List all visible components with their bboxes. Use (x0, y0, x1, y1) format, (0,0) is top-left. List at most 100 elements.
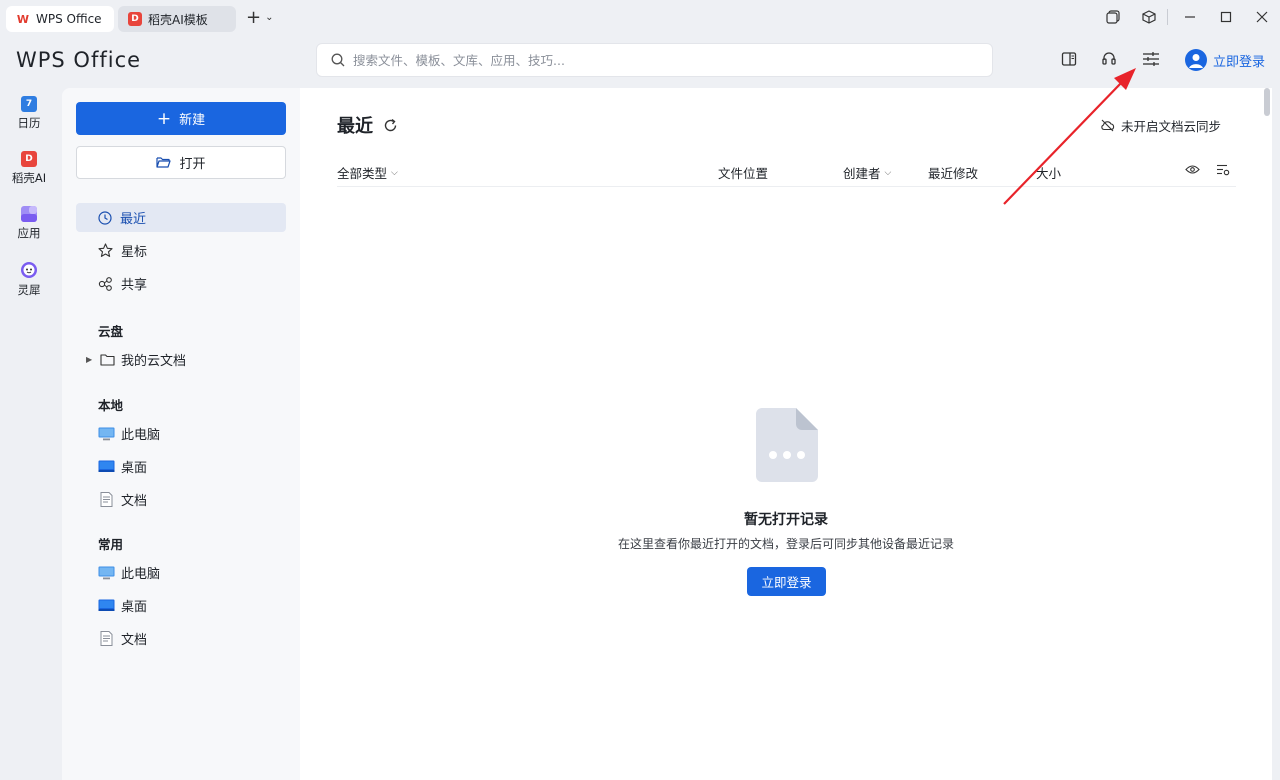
sidebar-item-label: 文档 (121, 494, 148, 509)
maximize-icon (1220, 11, 1232, 23)
sidebar-item-label: 最近 (120, 212, 147, 227)
preview-toggle-button[interactable] (1185, 164, 1200, 175)
column-header-modified[interactable]: 最近修改 (928, 163, 978, 182)
scrollbar-thumb[interactable] (1264, 88, 1270, 116)
windows-icon (1106, 10, 1120, 24)
tab-label: 稻壳AI模板 (148, 12, 208, 27)
header-login-link[interactable]: 立即登录 (1185, 49, 1265, 71)
minimize-button[interactable] (1172, 0, 1208, 34)
sync-label: 未开启文档云同步 (1121, 119, 1222, 134)
share-icon (98, 276, 112, 291)
layout-toggle-button[interactable] (1058, 48, 1080, 70)
sidebar-item-label: 此电脑 (121, 567, 161, 582)
sidebar-item-label: 星标 (121, 245, 148, 260)
sidebar-item-this-pc[interactable]: 此电脑 (98, 424, 160, 443)
document-icon (100, 631, 113, 646)
section-title-common: 常用 (98, 537, 124, 552)
daoke-logo-icon: D (128, 12, 142, 26)
left-rail: 7 日历 D 稻壳AI 应用 灵犀 (0, 86, 58, 318)
sidebar-item-starred[interactable]: 星标 (76, 236, 286, 265)
divider (1167, 9, 1168, 25)
sidebar-item-recent[interactable]: 最近 (76, 203, 286, 232)
search-icon (331, 53, 345, 67)
daoke-ai-icon: D (21, 151, 37, 167)
close-button[interactable] (1244, 0, 1280, 34)
sidebar-item-label: 我的云文档 (121, 354, 187, 369)
column-label: 最近修改 (928, 166, 979, 181)
search-box[interactable] (316, 43, 993, 77)
folder-open-icon (156, 157, 172, 168)
column-label: 文件位置 (718, 166, 769, 181)
empty-state-description: 在这里查看你最近打开的文档，登录后可同步其他设备最近记录 (617, 537, 954, 551)
column-label: 全部类型 (337, 166, 388, 181)
sidebar-item-documents[interactable]: 文档 (98, 629, 147, 648)
maximize-button[interactable] (1208, 0, 1244, 34)
sidebar-item-desktop[interactable]: 桌面 (98, 596, 147, 615)
rail-label: 应用 (17, 226, 41, 240)
apps-icon (21, 206, 37, 222)
section-title-local: 本地 (98, 398, 124, 413)
expand-arrow-icon[interactable]: ▶ (86, 355, 94, 364)
search-input[interactable] (353, 52, 992, 68)
scrollbar[interactable] (1264, 88, 1272, 780)
calendar-icon: 7 (21, 96, 37, 112)
minimize-icon (1185, 16, 1195, 18)
sidebar-item-my-cloud-docs[interactable]: ▶ 我的云文档 (86, 350, 186, 369)
refresh-icon[interactable] (383, 118, 398, 133)
new-button[interactable]: + 新建 (76, 102, 286, 135)
eye-icon (1185, 165, 1200, 174)
title-bar: W WPS Office D 稻壳AI模板 + ⌄ (0, 0, 1280, 34)
sidebar-item-label: 文档 (121, 633, 148, 648)
desktop-icon (98, 599, 115, 611)
cloud-sync-status[interactable]: 未开启文档云同步 (1100, 116, 1221, 135)
chevron-down-icon: ⌄ (265, 11, 274, 23)
open-button[interactable]: 打开 (76, 146, 286, 179)
column-settings-button[interactable] (1216, 164, 1230, 176)
tab-wps-office[interactable]: W WPS Office (6, 6, 114, 32)
wps-logo-icon: W (16, 12, 30, 26)
app-header: WPS Office 立即登录 (0, 34, 1280, 86)
empty-state-title: 暂无打开记录 (744, 512, 828, 528)
rail-item-lingxi[interactable]: 灵犀 (0, 261, 58, 298)
computer-icon (98, 427, 115, 440)
cube-button[interactable] (1131, 0, 1167, 34)
sidebar-item-desktop[interactable]: 桌面 (98, 457, 147, 476)
chevron-down-icon: ⌵ (884, 167, 892, 178)
rail-label: 灵犀 (17, 283, 41, 297)
customer-service-button[interactable] (1098, 48, 1120, 70)
rail-item-daoke-ai[interactable]: D 稻壳AI (0, 151, 58, 186)
sidebar-item-label: 桌面 (121, 461, 148, 476)
user-avatar-icon (1185, 49, 1207, 71)
column-header-location[interactable]: 文件位置 (718, 163, 768, 182)
header-tools (1058, 48, 1162, 70)
column-header-creator[interactable]: 创建者 ⌵ (843, 163, 891, 182)
column-label: 创建者 (843, 166, 881, 181)
lingxi-assistant-icon (21, 262, 37, 278)
rail-item-calendar[interactable]: 7 日历 (0, 96, 58, 131)
tab-daoke-templates[interactable]: D 稻壳AI模板 (118, 6, 236, 32)
chevron-down-icon: ⌵ (391, 167, 398, 178)
rail-item-apps[interactable]: 应用 (0, 206, 58, 241)
section-title-cloud: 云盘 (98, 324, 124, 339)
sidebar-item-label: 共享 (121, 278, 148, 293)
cloud-off-icon (1101, 119, 1115, 132)
column-header-size[interactable]: 大小 (1036, 163, 1061, 182)
empty-state-login-button[interactable]: 立即登录 (747, 567, 826, 596)
page-title-text: 最近 (337, 116, 373, 137)
column-header-type[interactable]: 全部类型 ⌵ (337, 163, 398, 182)
settings-button[interactable] (1140, 48, 1162, 70)
sidebar-item-this-pc[interactable]: 此电脑 (98, 563, 160, 582)
sidebar-item-documents[interactable]: 文档 (98, 490, 147, 509)
new-tab-button[interactable]: + ⌄ (246, 7, 273, 28)
header-divider (337, 186, 1236, 187)
desktop-icon (98, 460, 115, 472)
page-title: 最近 (337, 112, 398, 138)
cube-icon (1142, 10, 1156, 24)
restore-windows-button[interactable] (1095, 0, 1131, 34)
empty-document-icon (756, 408, 818, 482)
column-label: 大小 (1036, 166, 1062, 181)
sidebar-item-label: 此电脑 (121, 428, 161, 443)
rail-label: 日历 (17, 116, 41, 130)
sidebar-item-shared[interactable]: 共享 (76, 269, 286, 298)
plus-icon: + (156, 108, 172, 129)
